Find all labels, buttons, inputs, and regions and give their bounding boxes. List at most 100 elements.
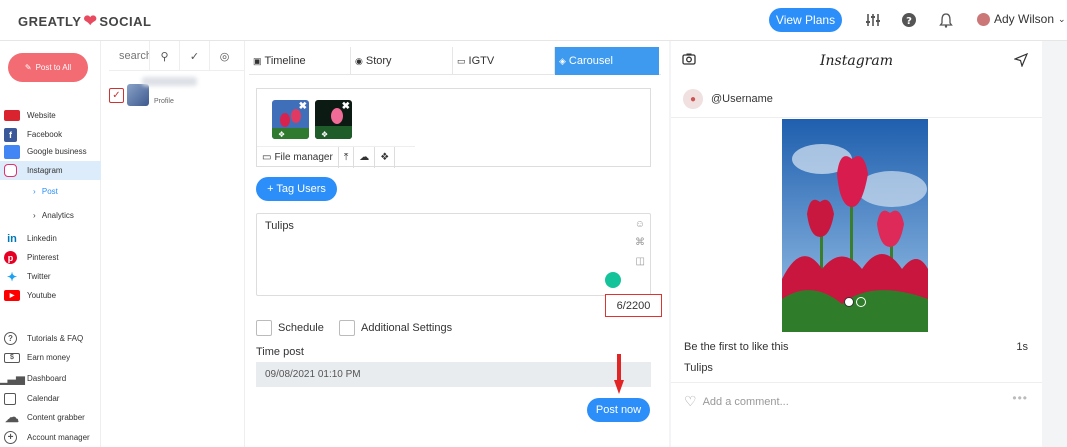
account-search-bar: ⚲ ✓ ◎ — [109, 41, 245, 71]
sidebar: ✎ Post to All Website f Facebook Google … — [0, 41, 101, 447]
time-post-field[interactable]: 09/08/2021 01:10 PM — [256, 362, 651, 387]
media-thumbnail[interactable]: ❖ ✖ — [272, 100, 309, 139]
tag-users-button[interactable]: + Tag Users — [256, 177, 337, 201]
schedule-option[interactable]: Schedule — [256, 320, 324, 336]
additional-settings-option[interactable]: Additional Settings — [339, 320, 452, 336]
sidebar-subitem-post[interactable]: › Post — [33, 187, 58, 196]
remove-media-icon[interactable]: ✖ — [342, 101, 350, 112]
tab-timeline[interactable]: ▣ Timeline — [249, 47, 351, 75]
carousel-dot[interactable] — [856, 297, 866, 307]
money-icon: $ — [4, 352, 20, 363]
sidebar-item-calendar[interactable]: Calendar — [0, 389, 101, 408]
carousel-dot-active[interactable] — [844, 297, 854, 307]
tab-igtv[interactable]: ▭ IGTV — [453, 47, 555, 75]
sidebar-item-label: Account manager — [27, 433, 90, 442]
sidebar-item-youtube[interactable]: ▶ Youtube — [0, 286, 101, 305]
post-now-button[interactable]: Post now — [587, 398, 650, 422]
account-avatar — [127, 84, 149, 106]
avatar — [977, 12, 990, 26]
subitem-label: Post — [41, 187, 58, 196]
tab-label: IGTV — [468, 55, 495, 67]
more-options-icon[interactable]: ••• — [1012, 391, 1028, 405]
sidebar-item-label: Facebook — [27, 130, 63, 139]
save-icon[interactable]: ◫ — [636, 256, 645, 267]
tab-story[interactable]: ◉ Story — [351, 47, 453, 75]
sidebar-item-content-grabber[interactable]: ☁ Content grabber — [0, 408, 101, 427]
schedule-checkbox[interactable] — [256, 320, 272, 336]
pinterest-icon: p — [4, 251, 17, 264]
caption-textarea[interactable]: Tulips ☺ ⌘ ◫ — [256, 213, 651, 296]
dropbox-icon[interactable]: ❖ — [375, 147, 396, 168]
app-logo[interactable]: GREATLY ❤ SOCIAL — [18, 11, 152, 31]
grammarly-icon[interactable] — [605, 272, 621, 288]
monitor-icon — [4, 110, 20, 121]
tab-carousel[interactable]: ◈ Carousel — [555, 47, 659, 75]
sidebar-item-linkedin[interactable]: in Linkedin — [0, 229, 101, 248]
sidebar-item-account-manager[interactable]: + Account manager — [0, 428, 101, 447]
account-list-item[interactable]: ✓ Profile — [109, 77, 239, 109]
additional-settings-label: Additional Settings — [361, 322, 453, 334]
cloud-upload-icon[interactable]: ☁ — [354, 147, 376, 168]
svg-text:❖: ❖ — [321, 130, 328, 139]
post-type-tabs: ▣ Timeline ◉ Story ▭ IGTV ◈ Carousel — [249, 47, 661, 75]
linkedin-icon: in — [7, 232, 17, 245]
heart-logo-icon: ❤ — [83, 13, 98, 30]
sidebar-item-label: Youtube — [27, 291, 57, 300]
sidebar-item-pinterest[interactable]: p Pinterest — [0, 248, 101, 267]
media-box: ❖ ✖ ❖ ✖ ▭ File manager ⤒ ☁ ❖ — [256, 88, 651, 168]
svg-text:?: ? — [906, 16, 912, 27]
calendar-icon — [4, 392, 16, 405]
user-name: Ady Wilson — [994, 12, 1055, 26]
preview-username: @Username — [711, 93, 773, 105]
sidebar-item-twitter[interactable]: ✦ Twitter — [0, 267, 101, 286]
sidebar-item-earn-money[interactable]: $ Earn money — [0, 348, 101, 367]
sidebar-item-label: Google business — [27, 147, 87, 156]
red-arrow-annotation — [614, 354, 624, 394]
time-post-label: Time post — [256, 346, 304, 358]
command-icon[interactable]: ⌘ — [635, 237, 645, 248]
search-icon[interactable]: ⚲ — [149, 41, 179, 71]
account-name-redacted — [142, 77, 197, 86]
character-counter: 6/2200 — [605, 294, 662, 317]
check-icon[interactable]: ✓ — [179, 41, 209, 71]
store-icon — [4, 144, 20, 159]
heart-icon[interactable]: ♡ — [684, 393, 697, 410]
sliders-icon[interactable] — [864, 11, 882, 29]
remove-media-icon[interactable]: ✖ — [299, 101, 307, 112]
post-editor: ▣ Timeline ◉ Story ▭ IGTV ◈ Carousel ❖ ✖… — [245, 41, 669, 447]
search-input[interactable] — [109, 41, 149, 70]
sidebar-item-dashboard[interactable]: ▁▃▅ Dashboard — [0, 369, 101, 388]
comment-field[interactable]: ♡ Add a comment... — [684, 393, 789, 410]
bell-icon[interactable] — [937, 11, 955, 29]
sidebar-item-google-business[interactable]: Google business — [0, 142, 101, 161]
additional-settings-checkbox[interactable] — [339, 320, 355, 336]
sidebar-item-label: Content grabber — [27, 413, 85, 422]
preview-user: ● @Username — [683, 89, 773, 109]
post-to-all-button[interactable]: ✎ Post to All — [8, 53, 88, 82]
facebook-icon: f — [4, 127, 17, 142]
comment-placeholder: Add a comment... — [702, 395, 789, 408]
instagram-preview: Instagram ● @Username Be the first to li… — [671, 41, 1042, 447]
target-icon[interactable]: ◎ — [209, 41, 239, 71]
file-manager-button[interactable]: ▭ File manager — [257, 147, 339, 168]
sidebar-subitem-analytics[interactable]: › Analytics — [33, 211, 74, 220]
media-thumbnail[interactable]: ❖ ✖ — [315, 100, 352, 139]
preview-image[interactable] — [782, 119, 928, 332]
account-type-label: Profile — [154, 97, 174, 105]
upload-icon[interactable]: ⤒ — [339, 147, 355, 168]
subitem-label: Analytics — [41, 211, 74, 220]
user-menu[interactable]: Ady Wilson ⌄ — [977, 12, 1066, 26]
svg-text:❖: ❖ — [278, 130, 285, 139]
twitter-icon: ✦ — [6, 269, 18, 284]
plus-circle-icon: + — [4, 431, 17, 444]
sidebar-item-instagram[interactable]: Instagram — [0, 161, 101, 180]
cloud-icon: ☁ — [5, 409, 19, 425]
account-checkbox[interactable]: ✓ — [109, 87, 124, 103]
view-plans-button[interactable]: View Plans — [769, 8, 842, 32]
help-icon[interactable]: ? — [900, 11, 918, 29]
file-manager-label: File manager — [274, 152, 333, 163]
sidebar-item-tutorials[interactable]: ? Tutorials & FAQ — [0, 329, 101, 348]
emoji-icon[interactable]: ☺ — [635, 219, 645, 230]
sidebar-item-website[interactable]: Website — [0, 106, 101, 125]
youtube-icon: ▶ — [4, 290, 20, 301]
